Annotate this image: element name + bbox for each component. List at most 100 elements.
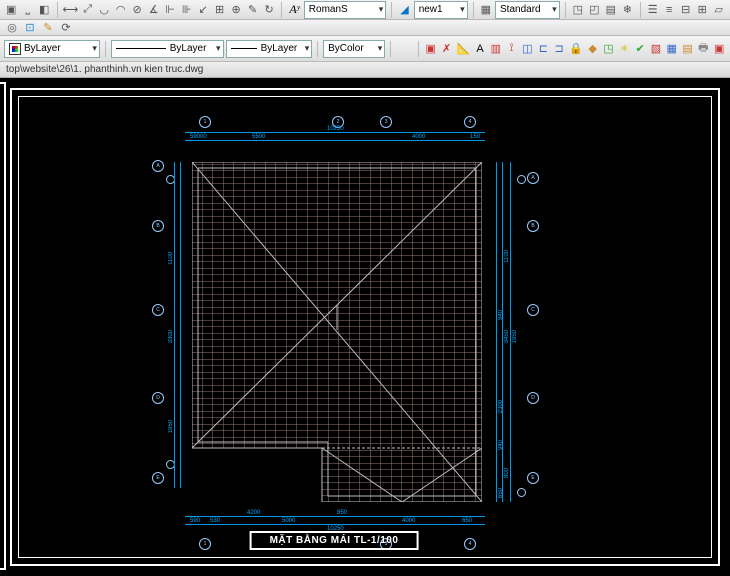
measure-icon[interactable]: 📐 <box>455 41 471 57</box>
document-path: top\website\26\1. phanthinh.vn kien truc… <box>6 64 203 75</box>
layer-dropdown[interactable]: ByLayer <box>4 40 100 58</box>
drawing-viewport[interactable]: 1 2 3 4 1 3 4 A B C D E A B C D E <box>0 78 730 576</box>
lineweight-dropdown[interactable]: ByLayer <box>226 40 313 58</box>
dim-radius-icon[interactable]: ◠ <box>113 2 128 18</box>
toolbar-row-1b: ◎ ⊡ ✎ ⟳ <box>0 20 730 36</box>
dim-line <box>502 162 503 502</box>
lock-icon[interactable]: 🔒 <box>568 41 584 57</box>
dim-update-icon[interactable]: ↻ <box>262 2 277 18</box>
xref-icon[interactable]: ▣ <box>424 41 438 57</box>
drawing-title-plate: MẶT BẰNG MÁI TL-1/100 <box>250 531 419 550</box>
tool-icon[interactable]: ▥ <box>489 41 503 57</box>
dim-leader-icon[interactable]: ↙ <box>196 2 211 18</box>
tool-icon[interactable]: ▤ <box>681 41 695 57</box>
tool-icon[interactable]: ▣ <box>4 2 19 18</box>
dim-text: 5000 <box>282 518 295 524</box>
dim-text: 650 <box>498 488 504 498</box>
tool-icon[interactable]: ▦ <box>665 41 679 57</box>
tool-icon[interactable]: ▣ <box>712 41 726 57</box>
table-style-icon[interactable]: ▦ <box>479 2 494 18</box>
tool-icon[interactable]: ◳ <box>571 2 586 18</box>
roof-hatch <box>192 162 482 502</box>
dim-text: 10250 <box>327 126 344 132</box>
dim-text: 2300 <box>498 400 504 413</box>
dim-arc-icon[interactable]: ◡ <box>97 2 112 18</box>
tool-icon[interactable]: ◧ <box>37 2 52 18</box>
dim-text: 1100 <box>168 252 174 265</box>
dim-baseline-icon[interactable]: ⊩ <box>163 2 178 18</box>
dim-edit-icon[interactable]: ✎ <box>245 2 260 18</box>
dim-line <box>185 524 485 525</box>
grid-bubble: D <box>527 392 539 404</box>
tool-icon[interactable]: ⊏ <box>536 41 550 57</box>
grid-bubble: 1 <box>199 538 211 550</box>
zoom-icon[interactable]: ◎ <box>4 22 20 34</box>
standard-dropdown[interactable]: Standard <box>495 1 560 19</box>
document-tab-bar: top\website\26\1. phanthinh.vn kien truc… <box>0 62 730 78</box>
tool-icon[interactable]: ◰ <box>587 2 602 18</box>
tool-icon[interactable]: ▧ <box>649 41 663 57</box>
dim-style-icon[interactable]: ◢ <box>397 2 412 18</box>
layer-value: ByLayer <box>24 43 61 54</box>
tool-row-icon[interactable]: ≡ <box>662 2 677 18</box>
dimstyle-new-dropdown[interactable]: new1 <box>414 1 468 19</box>
tool-row-icon[interactable]: ⊟ <box>678 2 693 18</box>
layer-freeze-icon[interactable]: ❄ <box>620 2 635 18</box>
dim-angle-icon[interactable]: ∡ <box>146 2 161 18</box>
dim-text: 1950 <box>512 330 518 343</box>
grid-bubble-small <box>517 488 526 497</box>
layer-icon[interactable]: ▤ <box>604 2 619 18</box>
dim-line <box>185 140 485 141</box>
color-value: ByColor <box>328 43 364 54</box>
dim-tol-icon[interactable]: ⊞ <box>212 2 227 18</box>
print-icon[interactable]: 🖶 <box>696 41 710 57</box>
toolbar-row-2: ByLayer ByLayer ByLayer ByColor ▣ ✗ 📐 A … <box>0 36 730 62</box>
dim-center-icon[interactable]: ⊕ <box>229 2 244 18</box>
tool-icon[interactable]: ⎵ <box>21 2 36 18</box>
regen-icon[interactable]: ⟳ <box>58 22 74 34</box>
tool-icon[interactable]: ◆ <box>586 41 600 57</box>
grid-bubble: C <box>152 304 164 316</box>
tool-icon[interactable]: ◫ <box>521 41 535 57</box>
tool-row-icon[interactable]: ▱ <box>711 2 726 18</box>
dim-continue-icon[interactable]: ⊪ <box>179 2 194 18</box>
dim-text: 150 <box>470 134 480 140</box>
color-dropdown[interactable]: ByColor <box>323 40 385 58</box>
dim-line <box>180 162 181 488</box>
linetype-dropdown[interactable]: ByLayer <box>111 40 224 58</box>
tool-icon[interactable]: ✗ <box>440 41 454 57</box>
line-preview <box>116 48 166 49</box>
text-icon[interactable]: A <box>473 41 487 57</box>
dim-text: 00 <box>200 134 207 140</box>
line-preview <box>231 48 257 49</box>
lineweight-value: ByLayer <box>261 43 298 54</box>
paper-frame: 1 2 3 4 1 3 4 A B C D E A B C D E <box>10 88 720 566</box>
dim-aligned-icon[interactable]: ⤢ <box>80 2 95 18</box>
dim-linear-icon[interactable]: ⟷ <box>62 2 78 18</box>
tool-row-icon[interactable]: ☰ <box>645 2 660 18</box>
tool-icon[interactable]: ✔ <box>633 41 647 57</box>
grid-bubble: C <box>527 304 539 316</box>
grid-bubble: 4 <box>464 538 476 550</box>
dim-text: 850 <box>337 510 347 516</box>
dim-line <box>185 132 485 133</box>
light-icon[interactable]: ☀ <box>617 41 631 57</box>
text-style-icon[interactable]: Aʸ <box>287 2 302 18</box>
paint-icon[interactable]: ✎ <box>40 22 56 34</box>
toolbar-row-1: ▣ ⎵ ◧ ⟷ ⤢ ◡ ◠ ⊘ ∡ ⊩ ⊪ ↙ ⊞ ⊕ ✎ ↻ Aʸ Roman… <box>0 0 730 20</box>
tool-icon[interactable]: ⟟ <box>505 41 519 57</box>
dim-line <box>496 162 497 502</box>
dim-line <box>174 162 175 488</box>
dim-text: 4200 <box>247 510 260 516</box>
dim-text: 4000 <box>412 134 425 140</box>
dim-text: 1950 <box>168 420 174 433</box>
adjacent-sheet-edge <box>0 82 6 570</box>
dim-diameter-icon[interactable]: ⊘ <box>130 2 145 18</box>
tool-icon[interactable]: ⊐ <box>552 41 566 57</box>
font-dropdown[interactable]: RomanS <box>304 1 387 19</box>
grid-bubble: B <box>152 220 164 232</box>
tool-icon[interactable]: ◳ <box>602 41 616 57</box>
zoom-extents-icon[interactable]: ⊡ <box>22 22 38 34</box>
tool-row-icon[interactable]: ⊞ <box>695 2 710 18</box>
grid-bubble: A <box>152 160 164 172</box>
